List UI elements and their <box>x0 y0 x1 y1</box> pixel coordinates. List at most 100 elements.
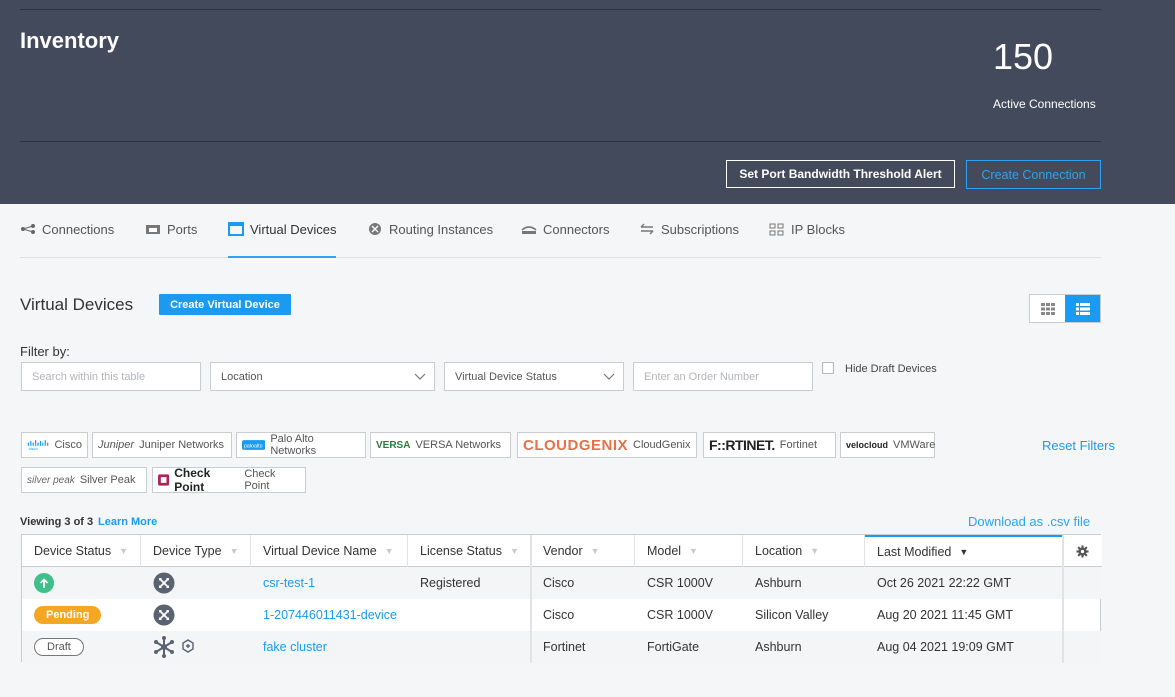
arrows-icon <box>640 223 654 235</box>
location-select[interactable]: Location <box>210 362 435 391</box>
column-header-license-status[interactable]: License Status ▼ <box>408 535 531 567</box>
grid-view-button[interactable] <box>1030 295 1065 322</box>
svg-text:paloalto: paloalto <box>244 443 263 449</box>
tab-routing-instances[interactable]: Routing Instances <box>367 222 493 258</box>
sort-icon: ▼ <box>384 546 394 556</box>
vendor-label: Silver Peak <box>79 474 136 486</box>
location-select-value: Location <box>221 370 263 383</box>
device-name-link[interactable]: 1-207446011431-device <box>251 599 397 631</box>
tab-label: Subscriptions <box>661 222 740 237</box>
hide-draft-checkbox[interactable] <box>822 362 834 374</box>
column-header-device-status[interactable]: Device Status ▼ <box>22 535 141 567</box>
gear-icon <box>1075 544 1089 558</box>
tab-connectors[interactable]: Connectors <box>521 222 609 258</box>
filter-label: Filter by: <box>20 344 70 359</box>
device-status-cell: Draft <box>22 631 84 663</box>
device-status-cell: Pending <box>22 599 102 631</box>
vendor-label: Fortinet <box>779 439 818 451</box>
svg-text:cisco: cisco <box>29 446 39 451</box>
order-number-input[interactable]: Enter an Order Number <box>633 362 813 391</box>
device-status-cell <box>22 567 54 599</box>
vendor-chip-palo-alto[interactable]: paloalto Palo Alto Networks <box>236 432 366 458</box>
vendor-chip-fortinet[interactable]: F::RTINET. Fortinet <box>703 432 836 458</box>
column-header-device-name[interactable]: Virtual Device Name ▼ <box>251 535 408 567</box>
table-row[interactable]: Pending 1-207446011431-device Cisco CSR … <box>22 599 1102 631</box>
silverpeak-logo-icon: silver peak <box>27 474 75 486</box>
tab-virtual-devices[interactable]: Virtual Devices <box>228 222 337 258</box>
vendor-chip-cisco[interactable]: cisco Cisco <box>21 432 88 458</box>
column-settings-button[interactable] <box>1063 535 1101 567</box>
table-row[interactable]: csr-test-1 Registered Cisco CSR 1000V As… <box>22 567 1102 599</box>
reset-filters-link[interactable]: Reset Filters <box>1042 438 1115 453</box>
cloudgenix-logo-icon: CLOUDGENIX <box>523 436 629 454</box>
vendor-chip-silver-peak[interactable]: silver peak Silver Peak <box>21 467 147 493</box>
tab-label: IP Blocks <box>791 222 845 237</box>
device-name-link[interactable]: fake cluster <box>251 631 327 663</box>
tab-label: Routing Instances <box>389 222 494 237</box>
vendor-cell: Cisco <box>543 608 575 622</box>
column-header-location[interactable]: Location ▼ <box>743 535 865 567</box>
tab-connections[interactable]: Connections <box>20 222 114 258</box>
tab-label: Ports <box>167 222 198 237</box>
device-type-cell <box>141 567 175 599</box>
vendor-cell: Cisco <box>543 576 575 590</box>
column-header-device-type[interactable]: Device Type ▼ <box>141 535 251 567</box>
status-up-icon <box>34 573 54 593</box>
table-row[interactable]: Draft fake cluster Fortinet FortiGate As… <box>22 631 1102 663</box>
column-header-model[interactable]: Model ▼ <box>635 535 743 567</box>
column-label: License Status <box>420 544 502 558</box>
column-label: Location <box>755 544 803 558</box>
location-cell: Ashburn <box>755 640 802 654</box>
tab-ports[interactable]: Ports <box>145 222 197 258</box>
learn-more-link[interactable]: Learn More <box>98 516 157 528</box>
view-toggle <box>1029 294 1101 323</box>
tab-subscriptions[interactable]: Subscriptions <box>639 222 739 258</box>
column-label: Virtual Device Name <box>263 544 377 558</box>
blocks-icon <box>769 223 784 236</box>
tab-label: Connections <box>42 222 115 237</box>
column-label: Model <box>647 544 682 558</box>
cisco-logo-icon: cisco <box>27 440 49 451</box>
model-cell: FortiGate <box>647 640 700 654</box>
tab-ip-blocks[interactable]: IP Blocks <box>769 222 845 258</box>
cluster-icon <box>154 636 174 658</box>
chevron-down-icon <box>414 373 426 380</box>
vendor-chip-vmware[interactable]: velocloud VMWare <box>840 432 935 458</box>
column-label: Device Status <box>34 544 112 558</box>
vendor-chip-juniper[interactable]: Juniper Juniper Networks <box>92 432 232 458</box>
create-virtual-device-button[interactable]: Create Virtual Device <box>159 294 291 315</box>
license-status-cell <box>408 631 420 663</box>
vendor-label: VERSA Networks <box>415 439 502 451</box>
create-connection-button[interactable]: Create Connection <box>966 160 1101 189</box>
vendor-label: Cisco <box>54 439 82 451</box>
vendor-chip-check-point[interactable]: Check Point Check Point <box>152 466 306 494</box>
active-connections-count: 150 <box>993 36 1054 77</box>
license-status-cell <box>408 599 420 631</box>
vendor-chip-cloudgenix[interactable]: CLOUDGENIX CloudGenix <box>517 432 697 458</box>
port-icon <box>146 225 160 234</box>
vendor-cell: Fortinet <box>543 640 586 654</box>
sort-icon: ▼ <box>510 546 519 556</box>
inventory-tabs: Connections Ports Virtual Devices Routin… <box>20 212 1101 258</box>
window-icon <box>228 222 244 236</box>
tab-label: Virtual Devices <box>250 222 337 237</box>
router-device-icon <box>153 604 175 626</box>
status-badge: Draft <box>34 638 84 656</box>
connector-icon <box>521 226 537 234</box>
column-header-last-modified[interactable]: Last Modified ▼ <box>865 535 1063 567</box>
sort-desc-icon: ▼ <box>959 547 969 557</box>
section-title: Virtual Devices <box>20 295 134 314</box>
column-label: Last Modified <box>877 545 952 559</box>
device-status-select[interactable]: Virtual Device Status <box>444 362 624 391</box>
vendor-label: Juniper Networks <box>139 439 225 451</box>
vendor-chip-versa[interactable]: VERSA VERSA Networks <box>370 432 511 458</box>
list-view-button[interactable] <box>1065 295 1100 322</box>
last-modified-cell: Aug 20 2021 11:45 GMT <box>877 608 1013 622</box>
download-csv-link[interactable]: Download as .csv file <box>968 514 1090 529</box>
set-threshold-alert-button[interactable]: Set Port Bandwidth Threshold Alert <box>726 160 955 188</box>
checkpoint-logo-icon <box>158 474 170 486</box>
velocloud-logo-icon: velocloud <box>846 440 889 450</box>
column-header-vendor[interactable]: Vendor ▼ <box>531 535 635 567</box>
device-name-link[interactable]: csr-test-1 <box>251 567 315 599</box>
search-input[interactable]: Search within this table <box>21 362 201 391</box>
